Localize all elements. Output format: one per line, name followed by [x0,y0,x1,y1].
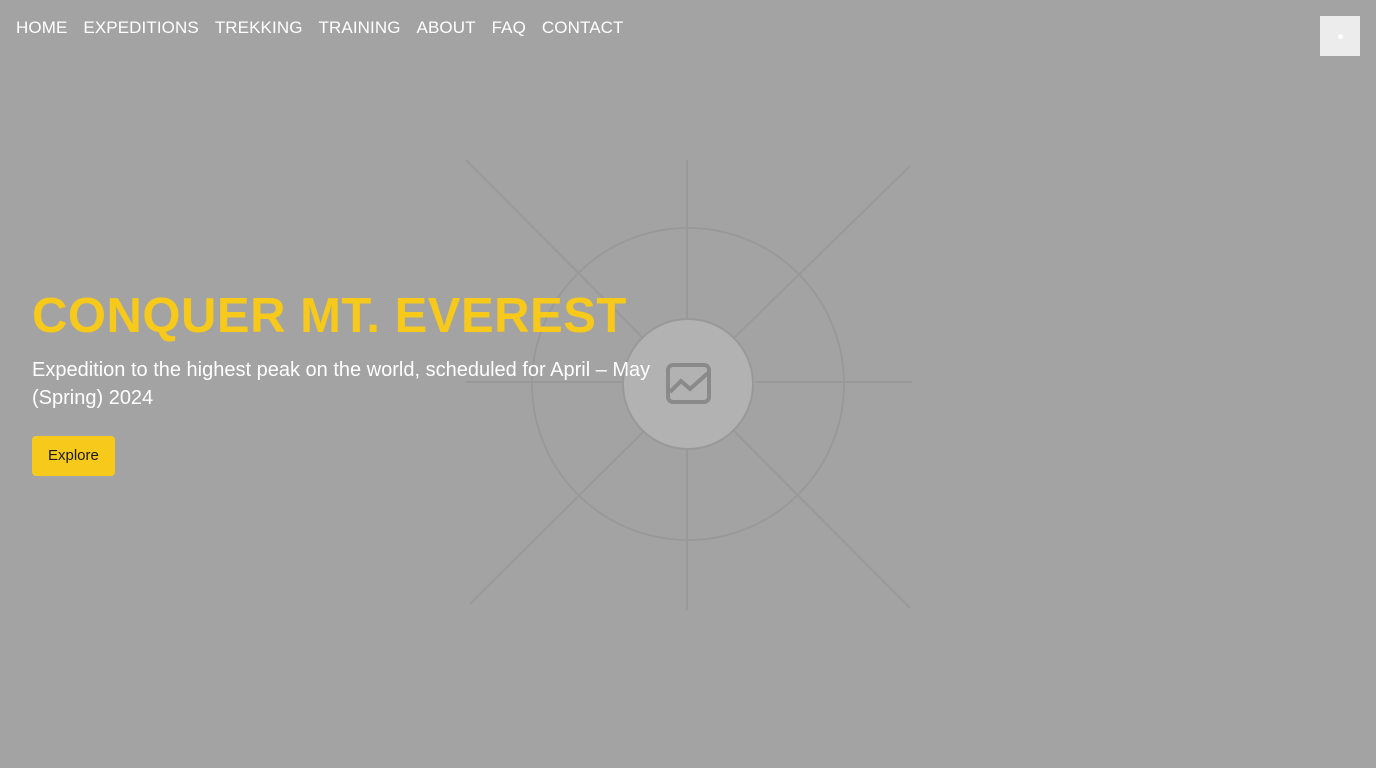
explore-button[interactable]: Explore [32,436,115,476]
menu-toggle-button[interactable] [1320,16,1360,56]
nav-item-home[interactable]: HOME [16,18,67,38]
hero-content: CONQUER MT. EVEREST Expedition to the hi… [32,286,732,476]
nav-item-expeditions[interactable]: EXPEDITIONS [83,18,198,38]
nav-item-about[interactable]: ABOUT [417,18,476,38]
nav-item-trekking[interactable]: TREKKING [215,18,303,38]
hero-subtitle: Expedition to the highest peak on the wo… [32,359,651,409]
main-nav: HOME EXPEDITIONS TREKKING TRAINING ABOUT… [16,18,624,38]
dot-icon [1337,33,1343,39]
hero-section: HOME EXPEDITIONS TREKKING TRAINING ABOUT… [0,0,1376,768]
nav-item-training[interactable]: TRAINING [319,18,401,38]
hero-title: CONQUER MT. EVEREST [32,289,627,343]
nav-item-contact[interactable]: CONTACT [542,18,624,38]
nav-item-faq[interactable]: FAQ [492,18,526,38]
